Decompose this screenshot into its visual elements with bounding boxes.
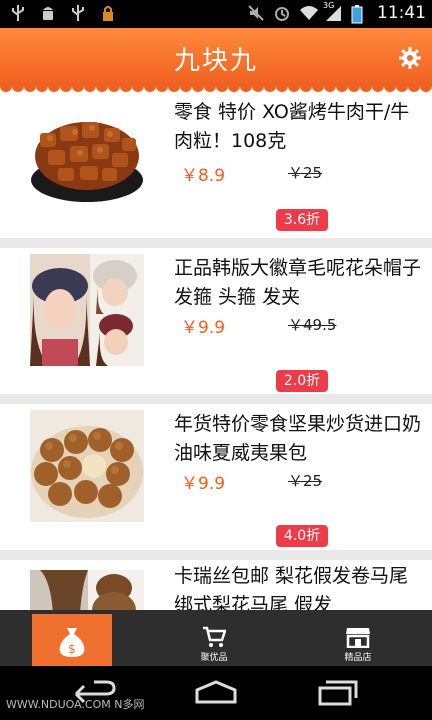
tab-nine-nine[interactable]: $ [32, 614, 112, 666]
original-price: ￥25 [288, 164, 323, 182]
lock-icon [100, 4, 116, 22]
product-price: ￥9.9 [181, 474, 226, 494]
svg-text:$: $ [68, 642, 76, 656]
product-title[interactable]: 卡瑞丝包邮 梨花假发卷马尾 绑式梨花马尾 假发 [174, 562, 424, 610]
list-item[interactable]: 卡瑞丝包邮 梨花假发卷马尾 绑式梨花马尾 假发 [0, 560, 432, 610]
money-bag-icon: $ [59, 628, 85, 657]
page-title: 九块九 [173, 46, 258, 76]
notification-icons [10, 4, 116, 22]
mute-icon [247, 4, 265, 22]
cart-icon [203, 626, 226, 647]
product-image-ponytail [30, 570, 144, 610]
usb-icon [10, 4, 26, 22]
home-icon[interactable] [193, 680, 239, 704]
original-price: ￥49.5 [288, 316, 337, 334]
list-item[interactable]: 零食 特价 XO酱烤牛肉干/牛肉粒！108克 ￥8.9 ￥25 3.6折 [0, 92, 432, 238]
android-debug-icon [40, 4, 56, 22]
discount-badge: 4.0折 [276, 525, 328, 547]
gear-icon[interactable] [398, 46, 422, 70]
product-list[interactable]: 零食 特价 XO酱烤牛肉干/牛肉粒！108克 ￥8.9 ￥25 3.6折 正品韩… [0, 92, 432, 610]
original-price: ￥25 [288, 472, 323, 490]
signal-icon: 3G [323, 1, 343, 22]
tab-ju-you-pin[interactable]: 聚优品 [174, 610, 254, 666]
product-image-hat [30, 254, 144, 366]
discount-badge: 3.6折 [276, 209, 328, 231]
discount-badge: 2.0折 [276, 370, 328, 392]
product-price: ￥9.9 [181, 318, 226, 338]
app-header: 九块九 [0, 28, 432, 86]
alarm-icon [273, 4, 291, 22]
usb-icon-2 [70, 4, 86, 22]
battery-icon [351, 4, 369, 24]
clock: 11:41 [377, 3, 426, 23]
list-item[interactable]: 正品韩版大徽章毛呢花朵帽子 发箍 头箍 发夹 ￥9.9 ￥49.5 2.0折 [0, 248, 432, 394]
product-price: ￥8.9 [181, 166, 226, 186]
tab-jing-pin-dian[interactable]: 精品店 [318, 610, 398, 666]
watermark: WWW.NDUOA.COM N多网 [6, 698, 145, 711]
recent-apps-icon[interactable] [318, 678, 358, 706]
product-title[interactable]: 年货特价零食坚果炒货进口奶油味夏威夷果包 [174, 410, 424, 468]
product-title[interactable]: 正品韩版大徽章毛呢花朵帽子 发箍 头箍 发夹 [174, 254, 424, 312]
bottom-nav: $ 聚优品 精品店 [0, 610, 432, 666]
list-item[interactable]: 年货特价零食坚果炒货进口奶油味夏威夷果包 ￥9.9 ￥25 4.0折 [0, 404, 432, 550]
product-image-beef-jerky [30, 98, 144, 210]
status-bar: 3G 11:41 [0, 0, 432, 28]
product-title[interactable]: 零食 特价 XO酱烤牛肉干/牛肉粒！108克 [174, 98, 424, 156]
product-image-macadamia [30, 410, 144, 522]
tab-label: 聚优品 [200, 653, 228, 663]
store-icon [346, 628, 370, 648]
tab-label: 精品店 [344, 653, 372, 663]
wifi-icon [299, 4, 318, 22]
network-type: 3G [323, 1, 335, 10]
